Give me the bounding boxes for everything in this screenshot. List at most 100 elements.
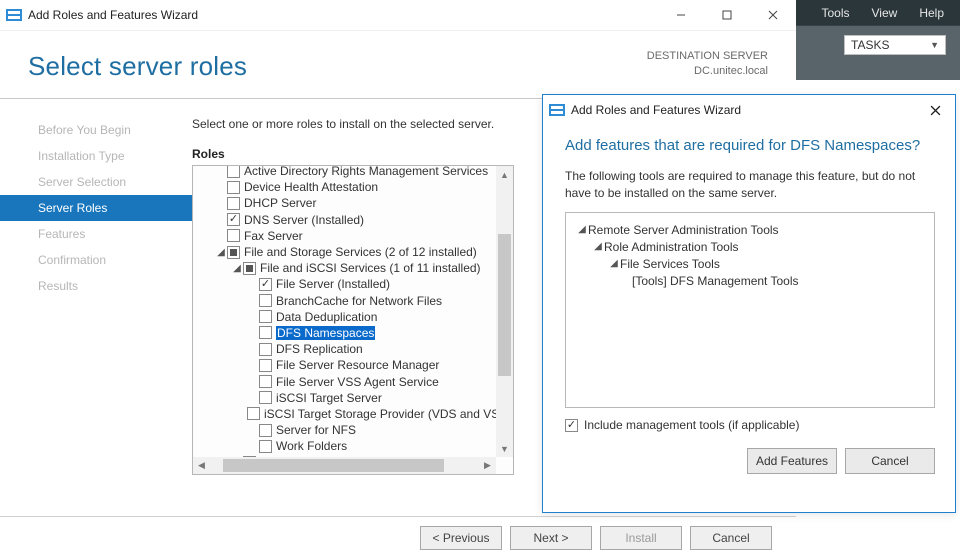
step-results[interactable]: Results: [0, 273, 192, 299]
role-server-for-nfs[interactable]: Server for NFS: [215, 422, 496, 438]
include-tools-row[interactable]: Include management tools (if applicable): [543, 408, 955, 432]
bg-view-menu[interactable]: View: [872, 6, 898, 20]
dialog-title: Add Roles and Features Wizard: [571, 103, 741, 117]
checkbox[interactable]: [259, 375, 272, 388]
page-title: Select server roles: [28, 51, 247, 82]
window-controls: [658, 0, 796, 30]
destination-server: DC.unitec.local: [647, 64, 768, 79]
tree-dfs-mgmt[interactable]: [Tools] DFS Management Tools: [576, 272, 924, 289]
checkbox[interactable]: [227, 166, 240, 178]
role-dns[interactable]: DNS Server (Installed): [215, 212, 496, 228]
dialog-footer: Add Features Cancel: [543, 432, 955, 474]
role-dfs-namespaces[interactable]: DFS Namespaces: [215, 325, 496, 341]
install-button[interactable]: Install: [600, 526, 682, 550]
background-side-panel: TASKS ▼: [796, 25, 960, 80]
collapse-icon[interactable]: ◢: [608, 258, 620, 269]
role-iscsi-target[interactable]: iSCSI Target Server: [215, 390, 496, 406]
wizard-title: Add Roles and Features Wizard: [28, 8, 198, 22]
step-server-roles[interactable]: Server Roles: [0, 195, 192, 221]
checkbox[interactable]: [259, 440, 272, 453]
collapse-icon[interactable]: ◢: [231, 263, 243, 274]
role-dedup[interactable]: Data Deduplication: [215, 309, 496, 325]
tree-file-services-tools[interactable]: ◢File Services Tools: [576, 255, 924, 272]
wizard-footer: < Previous Next > Install Cancel: [0, 516, 796, 559]
checkbox[interactable]: [259, 310, 272, 323]
role-file-storage[interactable]: ◢File and Storage Services (2 of 12 inst…: [215, 244, 496, 260]
role-iscsi-storage-provider[interactable]: iSCSI Target Storage Provider (VDS and V…: [215, 406, 496, 422]
wizard-steps: Before You Begin Installation Type Serve…: [0, 99, 192, 516]
close-button[interactable]: [750, 0, 796, 30]
add-features-button[interactable]: Add Features: [747, 448, 837, 474]
checkbox[interactable]: [227, 181, 240, 194]
scroll-left-icon[interactable]: ◀: [193, 457, 210, 474]
dialog-heading: Add features that are required for DFS N…: [543, 125, 955, 158]
dialog-titlebar[interactable]: Add Roles and Features Wizard: [543, 95, 955, 125]
role-device-health[interactable]: Device Health Attestation: [215, 179, 496, 195]
role-fax[interactable]: Fax Server: [215, 228, 496, 244]
checkbox[interactable]: [227, 197, 240, 210]
tree-role-admin[interactable]: ◢Role Administration Tools: [576, 238, 924, 255]
checkbox[interactable]: [247, 407, 260, 420]
vertical-scrollbar[interactable]: ▲ ▼: [496, 166, 513, 457]
scroll-up-icon[interactable]: ▲: [496, 166, 513, 183]
minimize-button[interactable]: [658, 0, 704, 30]
role-file-server[interactable]: File Server (Installed): [215, 276, 496, 292]
scroll-down-icon[interactable]: ▼: [496, 440, 513, 457]
checkbox[interactable]: [259, 391, 272, 404]
dialog-close-button[interactable]: [915, 95, 955, 125]
horizontal-scrollbar[interactable]: ◀ ▶: [193, 457, 496, 474]
step-confirmation[interactable]: Confirmation: [0, 247, 192, 273]
role-dfs-replication[interactable]: DFS Replication: [215, 341, 496, 357]
checkbox[interactable]: [227, 229, 240, 242]
include-tools-checkbox[interactable]: [565, 419, 578, 432]
step-installation-type[interactable]: Installation Type: [0, 143, 192, 169]
background-menubar: Tools View Help: [796, 0, 960, 25]
role-work-folders[interactable]: Work Folders: [215, 438, 496, 454]
collapse-icon[interactable]: ◢: [215, 247, 227, 258]
collapse-icon[interactable]: ◢: [592, 241, 604, 252]
dialog-cancel-button[interactable]: Cancel: [845, 448, 935, 474]
server-manager-icon: [6, 9, 22, 21]
dialog-feature-tree[interactable]: ◢Remote Server Administration Tools ◢Rol…: [565, 212, 935, 408]
step-server-selection[interactable]: Server Selection: [0, 169, 192, 195]
wizard-titlebar[interactable]: Add Roles and Features Wizard: [0, 0, 796, 31]
tasks-dropdown-label: TASKS: [851, 38, 889, 52]
wizard-header: Select server roles DESTINATION SERVER D…: [0, 31, 796, 99]
tree-rsat[interactable]: ◢Remote Server Administration Tools: [576, 221, 924, 238]
cancel-button[interactable]: Cancel: [690, 526, 772, 550]
checkbox[interactable]: [259, 424, 272, 437]
role-ad-rms[interactable]: Active Directory Rights Management Servi…: [215, 166, 496, 179]
bg-tools-menu[interactable]: Tools: [822, 6, 850, 20]
checkbox[interactable]: [259, 343, 272, 356]
role-fsrm[interactable]: File Server Resource Manager: [215, 357, 496, 373]
scroll-right-icon[interactable]: ▶: [479, 457, 496, 474]
role-branchcache[interactable]: BranchCache for Network Files: [215, 293, 496, 309]
destination-label: DESTINATION SERVER: [647, 49, 768, 64]
checkbox[interactable]: [259, 326, 272, 339]
collapse-icon[interactable]: ◢: [576, 224, 588, 235]
add-features-dialog: Add Roles and Features Wizard Add featur…: [542, 94, 956, 513]
previous-button[interactable]: < Previous: [420, 526, 502, 550]
dialog-description: The following tools are required to mana…: [543, 158, 955, 202]
maximize-button[interactable]: [704, 0, 750, 30]
checkbox[interactable]: [259, 278, 272, 291]
scroll-thumb[interactable]: [223, 459, 444, 472]
chevron-down-icon: ▼: [930, 40, 939, 50]
checkbox[interactable]: [259, 294, 272, 307]
bg-help-menu[interactable]: Help: [919, 6, 944, 20]
tasks-dropdown[interactable]: TASKS ▼: [844, 35, 946, 55]
checkbox[interactable]: [259, 359, 272, 372]
scroll-thumb[interactable]: [498, 234, 511, 375]
roles-listbox[interactable]: Active Directory Rights Management Servi…: [192, 165, 514, 475]
include-tools-label: Include management tools (if applicable): [584, 418, 799, 432]
checkbox[interactable]: [227, 213, 240, 226]
step-before-you-begin[interactable]: Before You Begin: [0, 117, 192, 143]
checkbox[interactable]: [227, 246, 240, 259]
role-file-iscsi[interactable]: ◢File and iSCSI Services (1 of 11 instal…: [215, 260, 496, 276]
next-button[interactable]: Next >: [510, 526, 592, 550]
step-features[interactable]: Features: [0, 221, 192, 247]
role-dhcp[interactable]: DHCP Server: [215, 195, 496, 211]
checkbox[interactable]: [243, 262, 256, 275]
role-vss-agent[interactable]: File Server VSS Agent Service: [215, 373, 496, 389]
close-icon: [930, 105, 941, 116]
